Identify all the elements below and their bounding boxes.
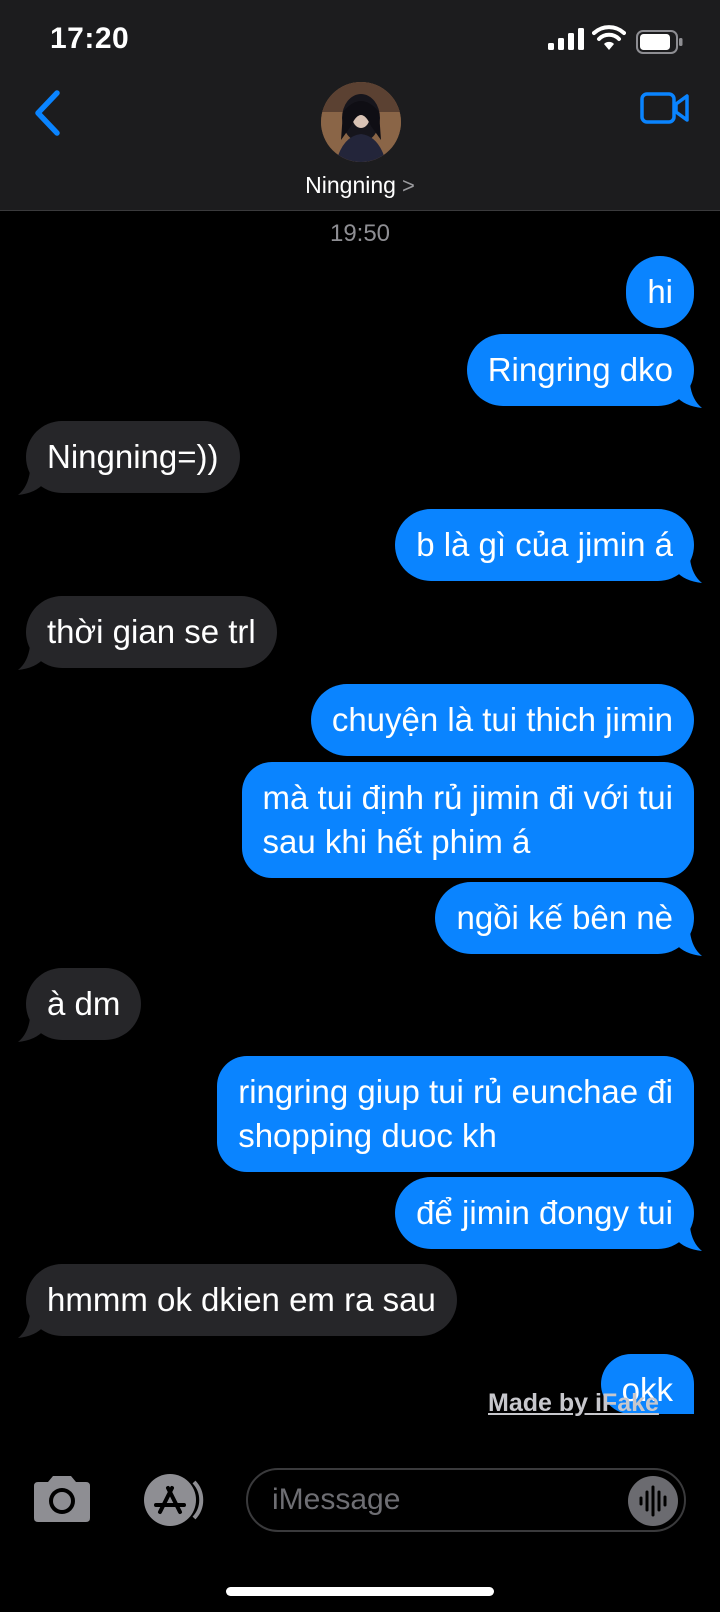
contact-name-row[interactable]: Ningning > bbox=[0, 172, 720, 199]
contact-avatar[interactable] bbox=[321, 82, 401, 162]
message-outgoing[interactable]: ngồi kế bên nè bbox=[435, 882, 694, 954]
message-outgoing[interactable]: ringring giup tui rủ eunchae đi shopping… bbox=[217, 1056, 694, 1172]
bubble-tail bbox=[676, 1227, 702, 1251]
watermark-brand: iFake bbox=[594, 1389, 659, 1417]
avatar-photo bbox=[321, 82, 401, 162]
bubble-tail bbox=[676, 932, 702, 956]
message-outgoing[interactable]: để jimin đongy tui bbox=[395, 1177, 694, 1249]
battery-icon bbox=[636, 30, 683, 54]
message-incoming[interactable]: thời gian se trl bbox=[26, 596, 277, 668]
bubble-tail bbox=[18, 1314, 44, 1338]
message-outgoing[interactable]: hi bbox=[626, 256, 694, 328]
video-call-icon[interactable] bbox=[640, 88, 690, 128]
bubble-tail bbox=[18, 471, 44, 495]
conversation-header: 17:20 Ningning > bbox=[0, 0, 720, 211]
message-incoming[interactable]: Ningning=)) bbox=[26, 421, 240, 493]
app-store-icon[interactable] bbox=[136, 1472, 206, 1528]
chevron-right-icon: > bbox=[401, 173, 415, 198]
message-outgoing[interactable]: chuyện là tui thich jimin bbox=[310, 684, 694, 756]
message-outgoing[interactable]: Ringring dko bbox=[466, 334, 694, 406]
home-indicator bbox=[226, 1587, 494, 1596]
audio-waveform-icon bbox=[639, 1485, 667, 1517]
bubble-tail bbox=[18, 646, 44, 670]
bubble-tail bbox=[676, 559, 702, 583]
wifi-icon bbox=[592, 25, 626, 50]
audio-record-button[interactable] bbox=[628, 1476, 678, 1526]
contact-name: Ningning bbox=[305, 172, 396, 198]
chat-timestamp: 19:50 bbox=[329, 220, 391, 247]
message-outgoing[interactable]: mà tui định rủ jimin đi với tui sau khi … bbox=[241, 762, 694, 878]
camera-icon[interactable] bbox=[30, 1474, 94, 1524]
imessage-input[interactable] bbox=[246, 1468, 686, 1532]
watermark-prefix: Made by bbox=[488, 1389, 595, 1417]
message-outgoing[interactable]: b là gì của jimin á bbox=[395, 509, 694, 581]
back-chevron-icon[interactable] bbox=[30, 88, 64, 138]
bubble-tail bbox=[18, 1018, 44, 1042]
message-incoming[interactable]: hmmm ok dkien em ra sau bbox=[26, 1264, 457, 1336]
status-bar-time: 17:20 bbox=[50, 22, 130, 55]
signal-icon bbox=[548, 28, 584, 50]
made-by-watermark: Made by iFake bbox=[488, 1389, 659, 1418]
bubble-tail bbox=[676, 384, 702, 408]
